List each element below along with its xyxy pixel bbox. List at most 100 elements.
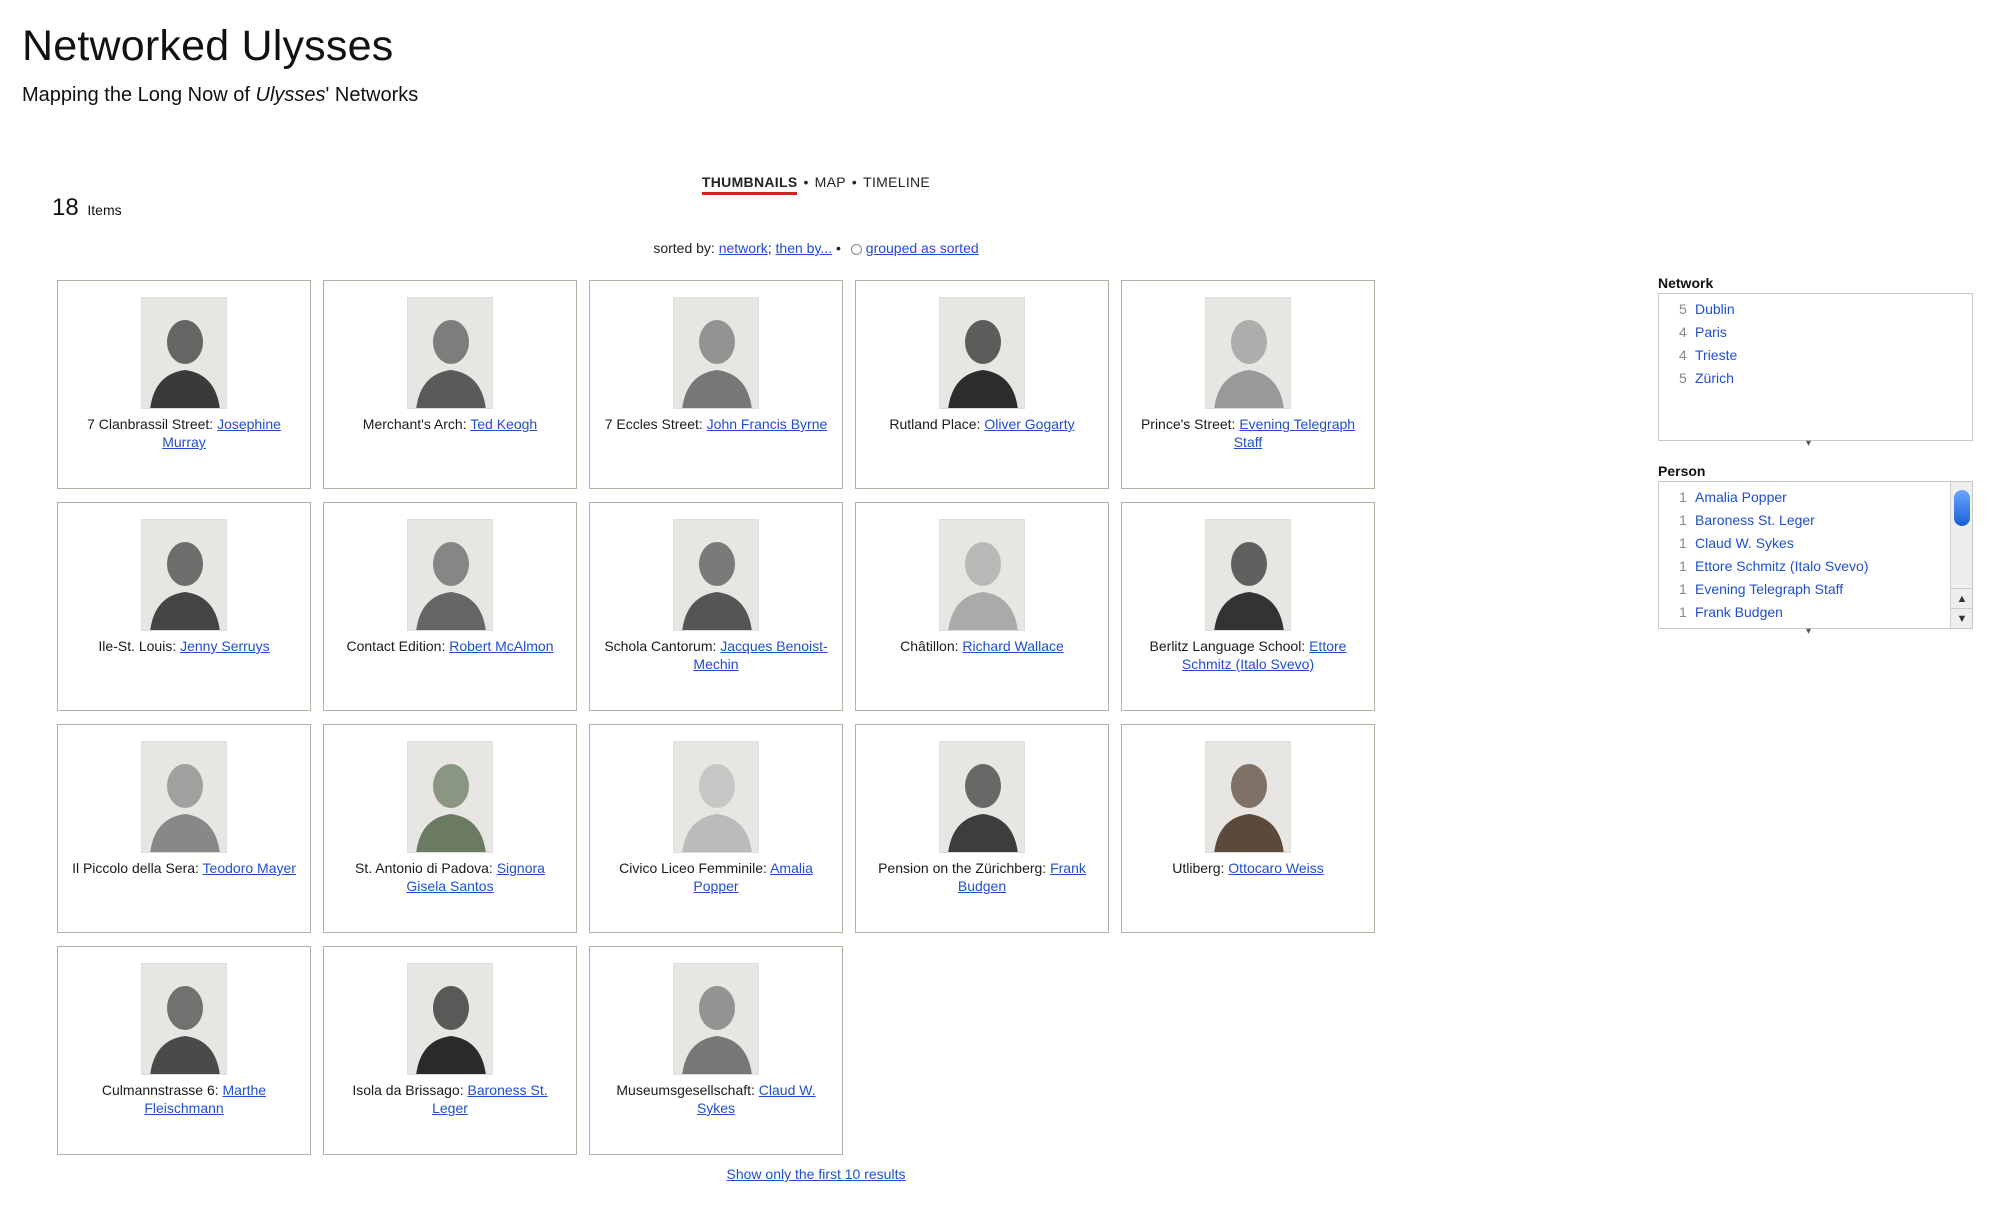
facet-person-scrollbar[interactable]: ▲ ▼: [1950, 482, 1972, 628]
item-card[interactable]: Berlitz Language School: Ettore Schmitz …: [1121, 502, 1375, 711]
facet-network-item[interactable]: 5 Dublin: [1659, 298, 1972, 321]
facet-count: 1: [1679, 624, 1695, 628]
tab-separator: •: [851, 174, 858, 190]
facet-value[interactable]: Trieste: [1695, 347, 1737, 363]
portrait-photo-icon: [408, 742, 492, 852]
item-caption: 7 Clanbrassil Street: Josephine Murray: [70, 415, 298, 451]
facet-value[interactable]: Zürich: [1695, 370, 1734, 386]
tab-map[interactable]: MAP: [815, 174, 846, 190]
thumbnail-image[interactable]: [1205, 519, 1291, 631]
sort-controls: sorted by: network; then by... • grouped…: [653, 240, 979, 256]
item-card[interactable]: Ile-St. Louis: Jenny Serruys: [57, 502, 311, 711]
view-tabs: THUMBNAILS • MAP • TIMELINE: [0, 174, 1632, 195]
thumbnail-image[interactable]: [673, 519, 759, 631]
scroll-down-icon[interactable]: ▼: [1951, 608, 1972, 628]
thumbnail-image[interactable]: [939, 297, 1025, 409]
facet-value[interactable]: Jacques Benoist-Mechin: [1695, 627, 1848, 628]
item-card[interactable]: Châtillon: Richard Wallace: [855, 502, 1109, 711]
item-card[interactable]: 7 Clanbrassil Street: Josephine Murray: [57, 280, 311, 489]
facet-person-item[interactable]: 1 Ettore Schmitz (Italo Svevo): [1659, 555, 1972, 578]
thumbnail-image[interactable]: [939, 741, 1025, 853]
item-caption: Schola Cantorum: Jacques Benoist-Mechin: [602, 637, 830, 673]
subtitle-text: Mapping the Long Now of: [22, 84, 256, 106]
grouped-link[interactable]: grouped as sorted: [866, 240, 979, 256]
item-card[interactable]: Prince's Street: Evening Telegraph Staff: [1121, 280, 1375, 489]
thumbnail-image[interactable]: [141, 963, 227, 1075]
facet-count: 5: [1679, 370, 1687, 386]
facet-person-item[interactable]: 1 Amalia Popper: [1659, 486, 1972, 509]
facet-person-item[interactable]: 1 Evening Telegraph Staff: [1659, 578, 1972, 601]
thumbnail-image[interactable]: [673, 963, 759, 1075]
facet-person-item[interactable]: 1 Baroness St. Leger: [1659, 509, 1972, 532]
item-caption: Berlitz Language School: Ettore Schmitz …: [1134, 637, 1362, 673]
site-title: Networked Ulysses: [22, 22, 394, 70]
item-caption: Rutland Place: Oliver Gogarty: [868, 415, 1096, 433]
item-caption: Culmannstrasse 6: Marthe Fleischmann: [70, 1081, 298, 1117]
tab-timeline[interactable]: TIMELINE: [863, 174, 930, 190]
facet-network-item[interactable]: 4 Trieste: [1659, 344, 1972, 367]
item-place: 7 Eccles Street:: [604, 416, 707, 432]
thumbnail-image[interactable]: [407, 519, 493, 631]
item-person-link[interactable]: Robert McAlmon: [449, 638, 553, 654]
thumbnail-image[interactable]: [141, 519, 227, 631]
item-card[interactable]: Contact Edition: Robert McAlmon: [323, 502, 577, 711]
item-card[interactable]: Museumsgesellschaft: Claud W. Sykes: [589, 946, 843, 1155]
facet-value[interactable]: Frank Budgen: [1695, 604, 1783, 620]
show-first-link[interactable]: Show only the first 10 results: [727, 1166, 906, 1182]
facet-value[interactable]: Paris: [1695, 324, 1727, 340]
item-card[interactable]: Isola da Brissago: Baroness St. Leger: [323, 946, 577, 1155]
resize-handle-icon[interactable]: ▾: [1806, 626, 1811, 637]
thumbnail-image[interactable]: [1205, 741, 1291, 853]
facet-value[interactable]: Dublin: [1695, 301, 1735, 317]
item-person-link[interactable]: Ted Keogh: [470, 416, 537, 432]
item-card[interactable]: Merchant's Arch: Ted Keogh: [323, 280, 577, 489]
portrait-photo-icon: [1206, 520, 1290, 630]
facet-person-item[interactable]: 1Jacques Benoist-Mechin: [1659, 624, 1972, 628]
sort-field-link[interactable]: network: [719, 240, 768, 256]
item-person-link[interactable]: Evening Telegraph Staff: [1234, 416, 1355, 450]
item-place: Rutland Place:: [889, 416, 985, 432]
facet-network-list[interactable]: 5 Dublin 4 Paris 4 Trieste 5 Zürich: [1658, 293, 1973, 441]
item-card[interactable]: Schola Cantorum: Jacques Benoist-Mechin: [589, 502, 843, 711]
facet-person-list[interactable]: ▲ ▼ 1 Amalia Popper 1 Baroness St. Leger 1 Cl…: [1658, 481, 1973, 629]
scroll-thumb[interactable]: [1954, 490, 1970, 526]
facet-person-item[interactable]: 1 Claud W. Sykes: [1659, 532, 1972, 555]
item-person-link[interactable]: John Francis Byrne: [707, 416, 828, 432]
item-card[interactable]: Pension on the Zürichberg: Frank Budgen: [855, 724, 1109, 933]
thumbnail-image[interactable]: [141, 741, 227, 853]
facet-value[interactable]: Claud W. Sykes: [1695, 535, 1794, 551]
item-card[interactable]: Civico Liceo Femminile: Amalia Popper: [589, 724, 843, 933]
facet-network-item[interactable]: 4 Paris: [1659, 321, 1972, 344]
resize-handle-icon[interactable]: ▾: [1806, 438, 1811, 449]
item-card[interactable]: Utliberg: Ottocaro Weiss: [1121, 724, 1375, 933]
item-person-link[interactable]: Teodoro Mayer: [203, 860, 296, 876]
thumbnail-image[interactable]: [407, 741, 493, 853]
item-person-link[interactable]: Jenny Serruys: [180, 638, 269, 654]
thumbnail-image[interactable]: [939, 519, 1025, 631]
item-card[interactable]: Culmannstrasse 6: Marthe Fleischmann: [57, 946, 311, 1155]
thumbnail-image[interactable]: [673, 297, 759, 409]
tab-thumbnails[interactable]: THUMBNAILS: [701, 174, 798, 195]
item-count: 18 Items: [52, 194, 122, 222]
facet-network-item[interactable]: 5 Zürich: [1659, 367, 1972, 390]
thumbnail-image[interactable]: [1205, 297, 1291, 409]
thumbnail-image[interactable]: [407, 297, 493, 409]
item-card[interactable]: 7 Eccles Street: John Francis Byrne: [589, 280, 843, 489]
facet-value[interactable]: Baroness St. Leger: [1695, 512, 1815, 528]
facet-person-item[interactable]: 1 Frank Budgen: [1659, 601, 1972, 624]
item-card[interactable]: Il Piccolo della Sera: Teodoro Mayer: [57, 724, 311, 933]
item-person-link[interactable]: Richard Wallace: [962, 638, 1063, 654]
thumbnail-image[interactable]: [673, 741, 759, 853]
scroll-up-icon[interactable]: ▲: [1951, 588, 1972, 608]
facet-value[interactable]: Amalia Popper: [1695, 489, 1787, 505]
thumbnail-image[interactable]: [407, 963, 493, 1075]
then-by-link[interactable]: then by...: [776, 240, 833, 256]
item-card[interactable]: Rutland Place: Oliver Gogarty: [855, 280, 1109, 489]
item-person-link[interactable]: Oliver Gogarty: [984, 416, 1074, 432]
thumbnail-image[interactable]: [141, 297, 227, 409]
item-card[interactable]: St. Antonio di Padova: Signora Gisela Sa…: [323, 724, 577, 933]
facet-value[interactable]: Evening Telegraph Staff: [1695, 581, 1843, 597]
grouped-radio[interactable]: [850, 244, 862, 255]
item-person-link[interactable]: Ottocaro Weiss: [1228, 860, 1323, 876]
facet-value[interactable]: Ettore Schmitz (Italo Svevo): [1695, 558, 1869, 574]
